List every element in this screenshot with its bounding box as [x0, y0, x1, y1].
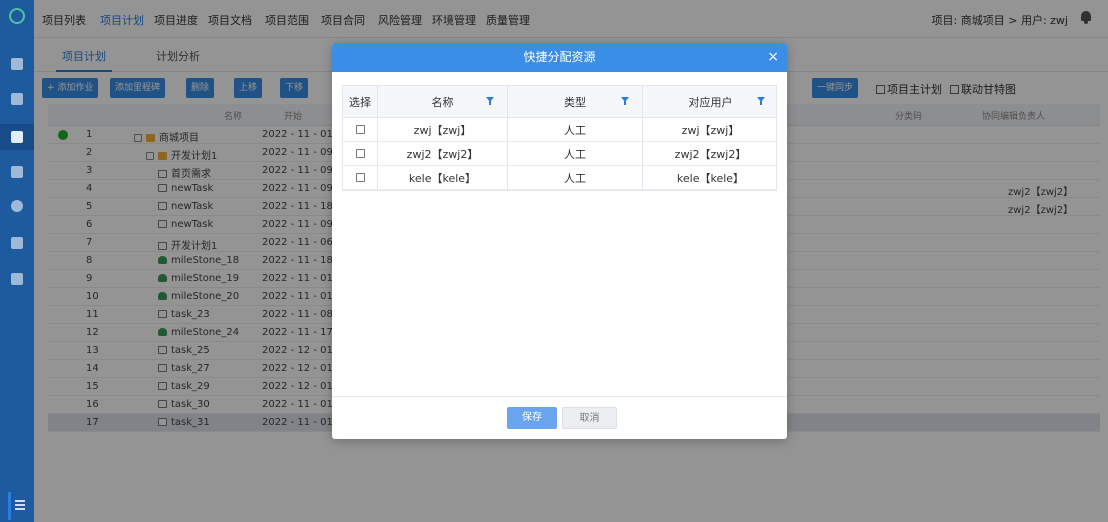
filter-icon[interactable] — [486, 97, 495, 106]
type-cell: 人工 — [508, 142, 643, 165]
name-cell: zwj【zwj】 — [378, 118, 508, 141]
resource-row[interactable]: zwj2【zwj2】 人工 zwj2【zwj2】 — [343, 142, 776, 166]
resource-row[interactable]: zwj【zwj】 人工 zwj【zwj】 — [343, 118, 776, 142]
row-checkbox[interactable] — [355, 173, 365, 182]
monitor-icon[interactable] — [11, 58, 23, 70]
resource-table-body: zwj【zwj】 人工 zwj【zwj】 zwj2【zwj2】 人工 zwj2【zwj2】… — [343, 118, 776, 190]
col-select: 选择 — [343, 86, 378, 117]
close-icon[interactable]: × — [767, 43, 779, 72]
settings-icon[interactable] — [11, 200, 23, 212]
resource-table-header: 选择 名称 类型 对应用户 — [343, 86, 776, 118]
resource-user: zwj【zwj】 — [681, 123, 740, 137]
resource-name: kele【kele】 — [408, 171, 477, 185]
user-cell: zwj【zwj】 — [643, 118, 778, 141]
resource-type: 人工 — [564, 123, 586, 137]
col-user-label: 对应用户 — [688, 95, 733, 109]
menu-icon[interactable] — [8, 492, 26, 520]
resource-type: 人工 — [564, 171, 586, 185]
resource-user: zwj2【zwj2】 — [674, 147, 747, 161]
resource-type: 人工 — [564, 147, 586, 161]
resource-name: zwj【zwj】 — [413, 123, 472, 137]
col-name-label: 名称 — [431, 95, 454, 109]
document-icon[interactable] — [11, 93, 23, 105]
col-select-label: 选择 — [349, 95, 371, 109]
stack-icon[interactable] — [11, 166, 23, 178]
row-checkbox[interactable] — [355, 125, 365, 134]
dialog-footer: 保存 取消 — [332, 396, 787, 439]
user-cell: zwj2【zwj2】 — [643, 142, 778, 165]
col-name[interactable]: 名称 — [378, 86, 508, 117]
select-cell[interactable] — [343, 142, 378, 165]
filter-icon[interactable] — [757, 97, 766, 106]
resource-table: 选择 名称 类型 对应用户 zwj【zwj】 人工 zwj【zwj】 zwj2【zwj… — [342, 85, 777, 191]
name-cell: kele【kele】 — [378, 166, 508, 189]
assign-resource-dialog: 快捷分配资源 × 选择 名称 类型 对应用户 zwj【zwj】 人工 zwj【zwj… — [332, 43, 787, 439]
dialog-header: 快捷分配资源 × — [332, 43, 787, 72]
col-user[interactable]: 对应用户 — [643, 86, 778, 117]
select-cell[interactable] — [343, 166, 378, 189]
select-cell[interactable] — [343, 118, 378, 141]
type-cell: 人工 — [508, 118, 643, 141]
report-icon[interactable] — [11, 273, 23, 285]
resource-row[interactable]: kele【kele】 人工 kele【kele】 — [343, 166, 776, 190]
name-cell: zwj2【zwj2】 — [378, 142, 508, 165]
col-type-label: 类型 — [564, 95, 586, 109]
logo-icon — [9, 8, 25, 24]
layers-icon[interactable] — [11, 131, 23, 143]
resource-name: zwj2【zwj2】 — [406, 147, 479, 161]
app-window: 项目列表 项目计划 项目进度 项目文档 项目范围 项目合同 风险管理 环境管理 … — [0, 0, 1108, 522]
user-cell: kele【kele】 — [643, 166, 778, 189]
sidebar — [0, 0, 34, 522]
filter-icon[interactable] — [621, 97, 630, 106]
save-button[interactable]: 保存 — [507, 407, 557, 429]
cancel-button[interactable]: 取消 — [562, 407, 617, 429]
row-checkbox[interactable] — [355, 149, 365, 158]
type-cell: 人工 — [508, 166, 643, 189]
database-icon[interactable] — [11, 237, 23, 249]
resource-user: kele【kele】 — [676, 171, 745, 185]
col-type[interactable]: 类型 — [508, 86, 643, 117]
dialog-title: 快捷分配资源 — [523, 50, 596, 64]
